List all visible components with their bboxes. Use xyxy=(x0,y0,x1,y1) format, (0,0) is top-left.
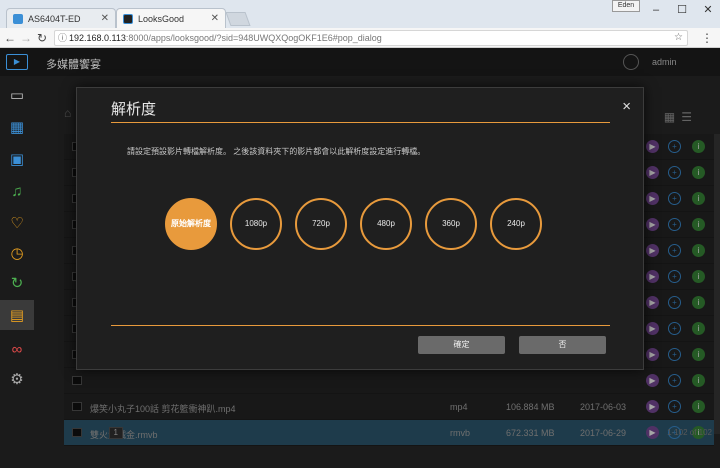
app-logo-icon[interactable]: ▶ xyxy=(6,54,28,70)
browser-tab-looksgood[interactable]: LooksGood ✕ xyxy=(116,8,226,28)
username[interactable]: admin xyxy=(652,57,677,67)
maximize-icon[interactable]: ☐ xyxy=(670,2,694,18)
url-path: :8000/apps/looksgood/?sid=948UWQXQogOKF1… xyxy=(125,33,382,43)
resolution-option-1080p[interactable]: 1080p xyxy=(230,198,282,250)
bookmark-star-icon[interactable]: ☆ xyxy=(674,31,683,45)
browser-profile-badge[interactable]: Eden xyxy=(612,0,640,12)
tab-close-icon[interactable]: ✕ xyxy=(211,13,219,24)
minimize-icon[interactable]: – xyxy=(644,2,668,18)
close-icon[interactable]: × xyxy=(622,99,631,114)
back-arrow-icon[interactable]: ← xyxy=(2,30,18,46)
settings-icon[interactable]: ⚙ xyxy=(6,368,28,390)
monitor-icon[interactable]: ▣ xyxy=(6,148,28,170)
dialog-title: 解析度 xyxy=(111,101,157,118)
browser-tab-as6404t[interactable]: AS6404T-ED ✕ xyxy=(6,8,116,28)
browser-menu-icon[interactable]: ⋮ xyxy=(700,30,714,46)
app-header: ▶ 多媒體饗宴 admin xyxy=(0,48,720,76)
forward-arrow-icon[interactable]: → xyxy=(18,30,34,46)
nas-favicon-icon xyxy=(13,13,23,24)
resolution-option-720p[interactable]: 720p xyxy=(295,198,347,250)
music-icon[interactable]: ♫ xyxy=(6,180,28,202)
dialog-divider xyxy=(111,122,610,123)
dialog-description: 請設定預設影片轉檔解析度。 之後該資料夾下的影片都會以此解析度設定進行轉檔。 xyxy=(127,147,426,156)
url-host: 192.168.0.113 xyxy=(69,33,126,43)
looksgood-favicon-icon xyxy=(123,13,133,24)
app-title: 多媒體饗宴 xyxy=(46,59,101,71)
url-field[interactable]: ⓘ 192.168.0.113:8000/apps/looksgood/?sid… xyxy=(54,30,688,46)
film-icon[interactable]: ▦ xyxy=(6,116,28,138)
resolution-option-480p[interactable]: 480p xyxy=(360,198,412,250)
clock-icon[interactable]: ◷ xyxy=(6,242,28,264)
tv-icon[interactable]: ▭ xyxy=(6,84,28,106)
tape-icon[interactable]: ∞ xyxy=(6,338,28,360)
folder-icon[interactable]: ▤ xyxy=(0,300,34,330)
address-bar-row: ← → ↻ ⓘ 192.168.0.113:8000/apps/looksgoo… xyxy=(0,28,720,48)
reload-icon[interactable]: ↻ xyxy=(34,30,50,46)
resolution-options: 原始解析度 1080p 720p 480p 360p 240p xyxy=(165,198,565,250)
tab-title: LooksGood xyxy=(138,13,185,24)
resolution-dialog: 解析度 × 請設定預設影片轉檔解析度。 之後該資料夾下的影片都會以此解析度設定進… xyxy=(76,87,644,370)
refresh-icon[interactable]: ↻ xyxy=(6,272,28,294)
window-close-icon[interactable]: ✕ xyxy=(696,2,720,18)
resolution-option-360p[interactable]: 360p xyxy=(425,198,477,250)
info-icon[interactable]: ⓘ xyxy=(58,31,67,45)
resolution-option-240p[interactable]: 240p xyxy=(490,198,542,250)
resolution-option-original[interactable]: 原始解析度 xyxy=(165,198,217,250)
tab-title: AS6404T-ED xyxy=(28,13,81,24)
cancel-button[interactable]: 否 xyxy=(519,336,606,354)
tab-close-icon[interactable]: ✕ xyxy=(101,13,109,24)
heart-icon[interactable]: ♡ xyxy=(6,212,28,234)
dialog-divider xyxy=(111,325,610,326)
sidebar: ▭ ▦ ▣ ♫ ♡ ◷ ↻ ▤ ∞ ⚙ xyxy=(0,76,34,468)
new-tab-button[interactable] xyxy=(225,12,251,26)
browser-tab-strip: AS6404T-ED ✕ LooksGood ✕ Eden – ☐ ✕ xyxy=(0,0,720,28)
avatar[interactable] xyxy=(623,54,639,70)
confirm-button[interactable]: 確定 xyxy=(418,336,505,354)
